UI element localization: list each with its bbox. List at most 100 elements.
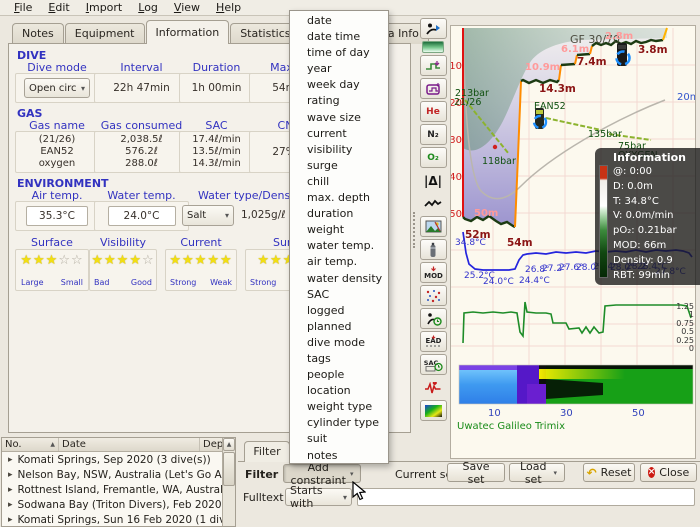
- menu-item-visibility[interactable]: visibility: [290, 142, 388, 158]
- trip-row[interactable]: ▸Komati Springs, Sep 2020 (3 dive(s)): [2, 452, 222, 467]
- menu-item-water-density[interactable]: water density: [290, 271, 388, 287]
- menu-item-time-of-day[interactable]: time of day: [290, 45, 388, 61]
- menu-item-dive-mode[interactable]: dive mode: [290, 335, 388, 351]
- visibility-rating[interactable]: ★★★★☆ Bad Good: [89, 249, 157, 291]
- menu-import[interactable]: Import: [78, 0, 131, 15]
- dc-ceiling-icon[interactable]: [420, 55, 447, 76]
- menu-item-week-day[interactable]: week day: [290, 77, 388, 93]
- star-icon-empty[interactable]: ☆: [142, 253, 155, 268]
- scroll-up-icon[interactable]: ▲: [223, 438, 235, 451]
- menu-item-surge[interactable]: surge: [290, 158, 388, 174]
- tab-information[interactable]: Information: [146, 20, 230, 44]
- dive-list-scrollbar[interactable]: ▲: [222, 438, 235, 526]
- ceiling-gradient-swatch[interactable]: [422, 41, 444, 53]
- star-icon-filled[interactable]: ★★★★★: [169, 253, 232, 268]
- expand-arrow-icon[interactable]: ▸: [8, 485, 13, 495]
- column-header-date[interactable]: Date: [59, 438, 200, 451]
- diver-icon[interactable]: [420, 18, 447, 39]
- menu-item-planned[interactable]: planned: [290, 319, 388, 335]
- tooltip-density: Density: 0.9: [613, 254, 700, 269]
- reset-filter-button[interactable]: ↶Reset: [583, 463, 635, 482]
- menu-item-sac[interactable]: SAC: [290, 287, 388, 303]
- tooltip-rbt: RBT: 99min: [613, 269, 700, 284]
- menu-item-people[interactable]: people: [290, 367, 388, 383]
- menu-item-water-temp[interactable]: water temp.: [290, 238, 388, 254]
- wave-line-icon[interactable]: [420, 193, 447, 214]
- save-set-button[interactable]: Save set: [447, 463, 505, 482]
- calculated-ceiling-icon[interactable]: [420, 78, 447, 99]
- menu-item-year[interactable]: year: [290, 61, 388, 77]
- menu-item-tags[interactable]: tags: [290, 351, 388, 367]
- menu-file[interactable]: File: [6, 0, 40, 15]
- tab-filter[interactable]: Filter: [244, 441, 290, 462]
- star-icon-filled[interactable]: ★★★: [20, 253, 58, 268]
- deco-bubbles-icon[interactable]: [420, 285, 447, 306]
- helium-graph-icon[interactable]: He: [420, 101, 447, 122]
- ndl-icon[interactable]: [420, 308, 447, 329]
- menu-item-cylinder-type[interactable]: cylinder type: [290, 415, 388, 431]
- oxygen-graph-icon[interactable]: O₂: [420, 147, 447, 168]
- delta-icon[interactable]: |Δ|: [420, 170, 447, 191]
- ead-icon[interactable]: EAD: [420, 331, 447, 352]
- air-temp-input[interactable]: 35.3°C: [26, 206, 88, 226]
- tab-equipment[interactable]: Equipment: [65, 23, 145, 44]
- close-filter-button[interactable]: ×Close: [640, 463, 697, 482]
- column-header-number[interactable]: No. ▲: [2, 438, 59, 451]
- load-set-button[interactable]: Load set▾: [509, 463, 565, 482]
- fulltext-input[interactable]: [357, 488, 695, 506]
- water-temp-input[interactable]: 24.0°C: [108, 206, 176, 226]
- menu-item-notes[interactable]: notes: [290, 448, 388, 464]
- water-type-value: Salt: [187, 210, 206, 221]
- svg-text:3.8m: 3.8m: [638, 44, 668, 56]
- expand-arrow-icon[interactable]: ▸: [8, 455, 13, 465]
- menu-help[interactable]: Help: [208, 0, 249, 15]
- trip-row[interactable]: ▸Sodwana Bay (Triton Divers), Feb 2020 (…: [2, 497, 222, 512]
- current-rating[interactable]: ★★★★★ Strong Weak: [165, 249, 237, 291]
- menu-item-duration[interactable]: duration: [290, 206, 388, 222]
- expand-arrow-icon[interactable]: ▸: [8, 500, 13, 510]
- tissue-heatmap: [459, 365, 693, 404]
- menu-item-chill[interactable]: chill: [290, 174, 388, 190]
- trip-row[interactable]: ▸Komati Springs, Sun 16 Feb 2020 (1 dive…: [2, 512, 222, 527]
- menu-item-date-time[interactable]: date time: [290, 29, 388, 45]
- photos-icon[interactable]: [420, 216, 447, 237]
- menu-view[interactable]: View: [166, 0, 208, 15]
- fulltext-mode-value: Starts with: [290, 484, 340, 510]
- menu-item-suit[interactable]: suit: [290, 431, 388, 447]
- menu-item-logged[interactable]: logged: [290, 303, 388, 319]
- menu-item-air-temp[interactable]: air temp.: [290, 254, 388, 270]
- add-constraint-button[interactable]: Add constraint▾: [283, 464, 361, 483]
- expand-arrow-icon[interactable]: ▸: [8, 515, 13, 525]
- surface-waves-rating[interactable]: ★★★☆☆ Large Small: [15, 249, 89, 291]
- menu-item-rating[interactable]: rating: [290, 93, 388, 109]
- fulltext-mode-select[interactable]: Starts with▾: [285, 488, 352, 506]
- tank-bar-icon[interactable]: [420, 239, 447, 260]
- menu-item-current[interactable]: current: [290, 126, 388, 142]
- trip-row[interactable]: ▸Nelson Bay, NSW, Australia (Let's Go Ad…: [2, 467, 222, 482]
- dive-mode-value: Open circ: [29, 83, 77, 94]
- mod-icon[interactable]: MOD: [420, 262, 447, 283]
- nitrogen-graph-icon[interactable]: N₂: [420, 124, 447, 145]
- expand-arrow-icon[interactable]: ▸: [8, 470, 13, 480]
- menu-log[interactable]: Log: [130, 0, 166, 15]
- menu-item-date[interactable]: date: [290, 13, 388, 29]
- star-icon-empty[interactable]: ☆☆: [58, 253, 83, 268]
- dive-mode-select[interactable]: Open circ▾: [24, 78, 90, 98]
- menu-item-weight[interactable]: weight: [290, 222, 388, 238]
- menu-item-wave-size[interactable]: wave size: [290, 110, 388, 126]
- trip-row[interactable]: ▸Rottnest Island, Fremantle, WA, Austral…: [2, 482, 222, 497]
- heart-rate-icon[interactable]: [420, 377, 447, 398]
- column-header-depth[interactable]: Depth: [200, 438, 224, 451]
- star-icon-filled[interactable]: ★★★★: [91, 253, 142, 268]
- menu-item-max-depth[interactable]: max. depth: [290, 190, 388, 206]
- tissue-heatmap-icon[interactable]: [420, 400, 447, 421]
- panel-splitter[interactable]: [412, 17, 416, 434]
- sac-icon[interactable]: SAC: [420, 354, 447, 375]
- water-type-select[interactable]: Salt▾: [182, 205, 234, 226]
- menu-edit[interactable]: Edit: [40, 0, 77, 15]
- menu-item-weight-type[interactable]: weight type: [290, 399, 388, 415]
- scrollbar-thumb[interactable]: [223, 452, 235, 486]
- tab-notes[interactable]: Notes: [12, 23, 64, 44]
- svg-text:30: 30: [560, 408, 573, 419]
- menu-item-location[interactable]: location: [290, 383, 388, 399]
